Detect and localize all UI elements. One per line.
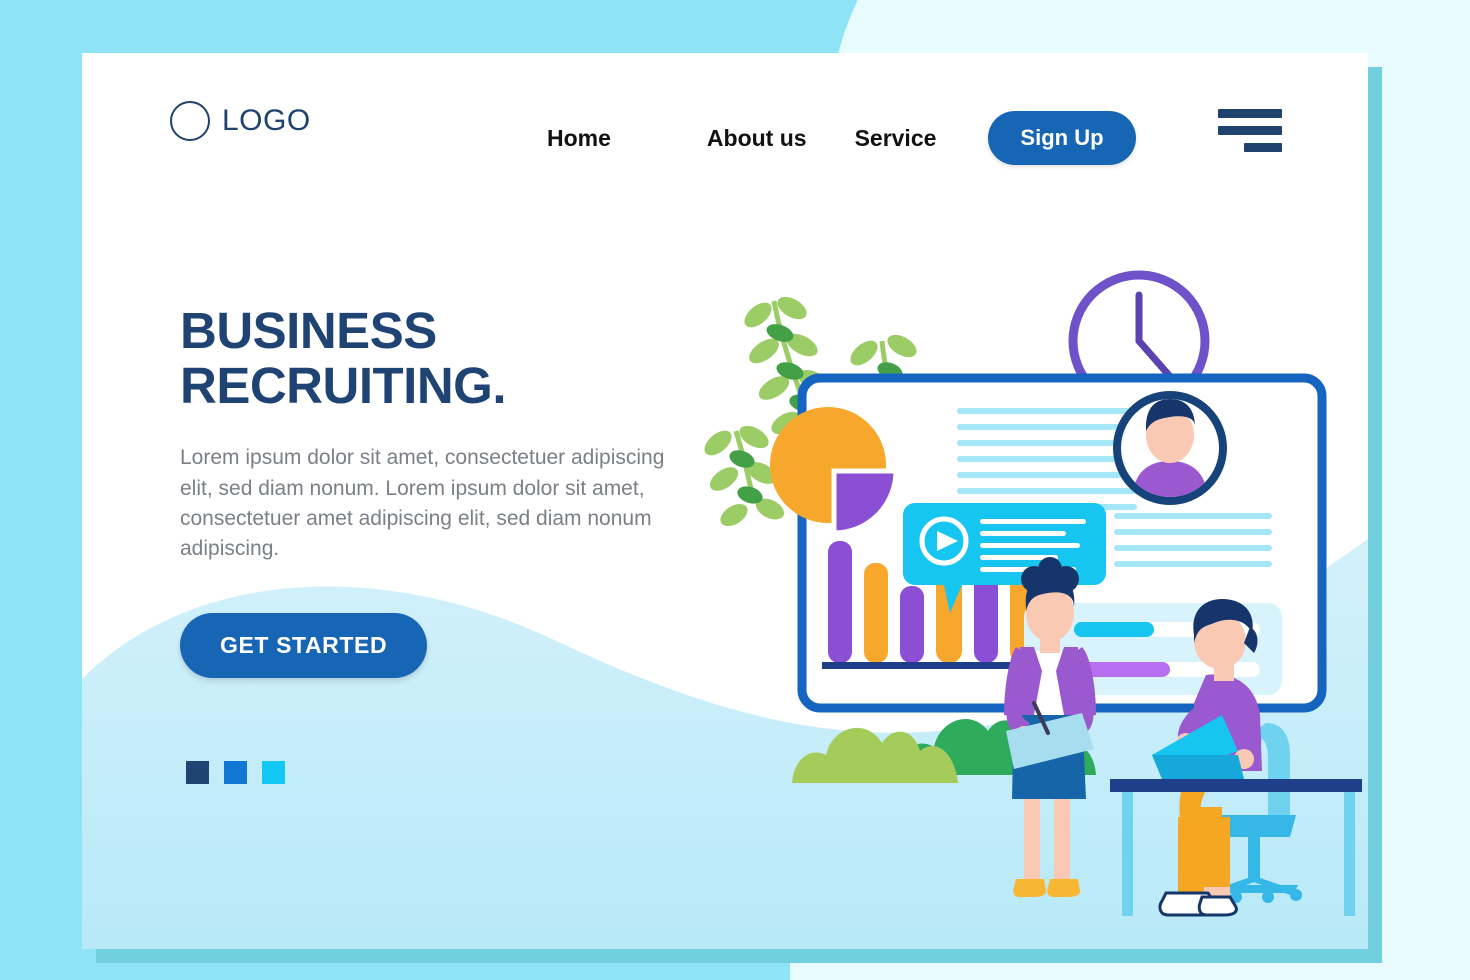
hamburger-menu-icon[interactable] — [1218, 109, 1282, 152]
hero-section: BUSINESS RECRUITING. Lorem ipsum dolor s… — [180, 303, 700, 678]
page-title-dot: . — [492, 357, 507, 415]
page-title-line-1: BUSINESS — [180, 302, 437, 359]
circle-outline-icon — [170, 101, 210, 141]
sign-up-button[interactable]: Sign Up — [988, 111, 1136, 165]
hamburger-bar-1 — [1218, 109, 1282, 118]
indicator-1[interactable] — [186, 761, 209, 784]
indicator-2[interactable] — [224, 761, 247, 784]
indicator-3[interactable] — [262, 761, 285, 784]
slide-indicators — [186, 761, 285, 784]
nav-item-home[interactable]: Home — [547, 119, 611, 158]
hamburger-bar-3 — [1244, 143, 1282, 152]
business-recruiting-illustration — [704, 270, 1362, 917]
page-title: BUSINESS RECRUITING. — [180, 303, 700, 413]
nav-item-service[interactable]: Service — [855, 119, 937, 158]
page-title-line-2: RECRUITING — [180, 357, 493, 415]
site-header: LOGO Home About us Service Sign Up — [82, 53, 1368, 203]
logo-text: LOGO — [222, 104, 311, 137]
user-avatar-icon — [1113, 391, 1227, 505]
get-started-button[interactable]: GET STARTED — [180, 612, 428, 678]
hero-description: Lorem ipsum dolor sit amet, consectetuer… — [180, 446, 665, 561]
logo[interactable]: LOGO — [170, 101, 311, 141]
hamburger-bar-2 — [1218, 126, 1282, 135]
nav-item-about-us[interactable]: About us — [707, 119, 807, 158]
landing-page-card: LOGO Home About us Service Sign Up BUSIN… — [82, 53, 1368, 949]
main-navigation: Home About us Service Sign Up — [547, 111, 1136, 165]
